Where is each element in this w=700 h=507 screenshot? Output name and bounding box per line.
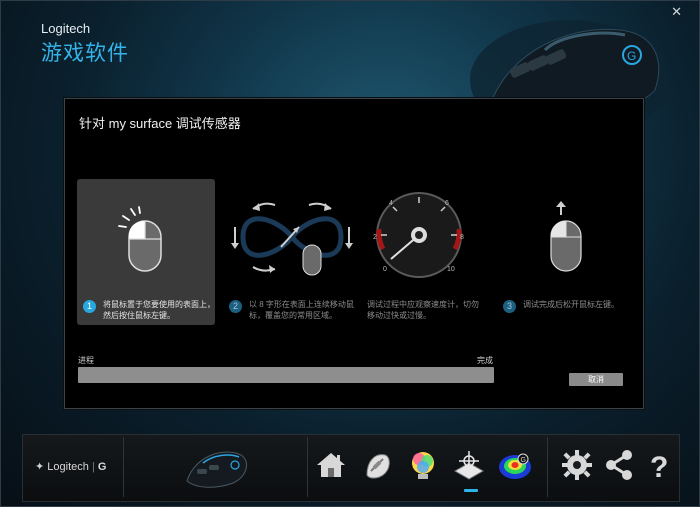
footer-logo-text: Logitech	[47, 461, 89, 473]
progress-bar	[78, 367, 494, 383]
panel-title: 针对 my surface 调试传感器	[79, 116, 241, 131]
logitech-logo-icon: ✦	[35, 461, 45, 473]
share-icon[interactable]	[601, 447, 637, 483]
gauge-tick-2: 2	[373, 234, 377, 241]
step-number-3: 3	[503, 300, 516, 313]
bottom-toolbar: ✦ Logitech | G G ?	[22, 434, 680, 502]
step-number-1: 1	[83, 300, 96, 313]
heatmap-icon[interactable]: G	[497, 447, 533, 483]
svg-text:G: G	[627, 49, 636, 63]
close-icon[interactable]: ✕	[671, 5, 682, 19]
step-1: 1 将鼠标置于您要使用的表面上，然后按住鼠标左键。	[77, 179, 215, 325]
cancel-button[interactable]: 取消	[569, 373, 623, 386]
app-window: ✕ Logitech 游戏软件 G 针对 my surface 调试传感器 1 …	[0, 0, 700, 507]
figure-eight-icon	[231, 202, 353, 276]
mouse-release-icon	[550, 201, 582, 272]
gauge-tick-0: 0	[383, 266, 387, 273]
steps-row: 1 将鼠标置于您要使用的表面上，然后按住鼠标左键。 2 以 8 字形在表面上连续…	[77, 179, 633, 329]
surface-tuning-icon[interactable]	[451, 447, 487, 483]
step-2: 2 以 8 字形在表面上连续移动鼠标，覆盖您的常用区域。	[223, 179, 361, 325]
speedometer-icon: 0 2 4 6 8 10	[373, 192, 464, 278]
progress-label: 进程	[78, 356, 94, 365]
complete-label: 完成	[477, 356, 493, 365]
step-number-2: 2	[229, 300, 242, 313]
step-3: 3 调试完成后松开鼠标左键。	[497, 179, 635, 325]
footer-logo: ✦ Logitech | G	[35, 461, 107, 473]
device-mouse-icon[interactable]	[181, 441, 251, 491]
step-3-text: 调试完成后松开鼠标左键。	[523, 300, 619, 309]
selected-indicator	[464, 489, 478, 492]
customize-buttons-icon[interactable]	[359, 447, 395, 483]
help-question-icon[interactable]: ?	[643, 447, 679, 483]
mouse-press-icon	[118, 206, 162, 272]
step-speedometer: 0 2 4 6 8 10 调试过程中应观察速度计，切勿移动过快或过慢。	[361, 179, 499, 325]
gauge-tick-8: 8	[460, 234, 464, 241]
brand-title-cn: 游戏软件	[41, 42, 129, 65]
gauge-tick-4: 4	[389, 200, 393, 207]
step-2-text: 以 8 字形在表面上连续移动鼠标，覆盖您的常用区域。	[249, 300, 354, 320]
svg-text:?: ?	[650, 451, 668, 483]
sensor-tuning-panel: 针对 my surface 调试传感器 1 将鼠标置于您要使用的表面上，然后按住…	[64, 98, 644, 409]
speedometer-text: 调试过程中应观察速度计，切勿移动过快或过慢。	[367, 300, 479, 320]
brand: Logitech 游戏软件	[41, 21, 129, 67]
footer-g-mark: G	[97, 461, 107, 473]
home-icon[interactable]	[313, 447, 349, 483]
gauge-tick-6: 6	[445, 200, 449, 207]
brand-title-en: Logitech	[41, 21, 91, 36]
svg-text:G: G	[521, 457, 526, 464]
lighting-icon[interactable]	[405, 447, 441, 483]
step-1-text: 将鼠标置于您要使用的表面上，然后按住鼠标左键。	[103, 300, 215, 320]
settings-gear-icon[interactable]	[559, 447, 595, 483]
gauge-tick-10: 10	[447, 266, 455, 273]
